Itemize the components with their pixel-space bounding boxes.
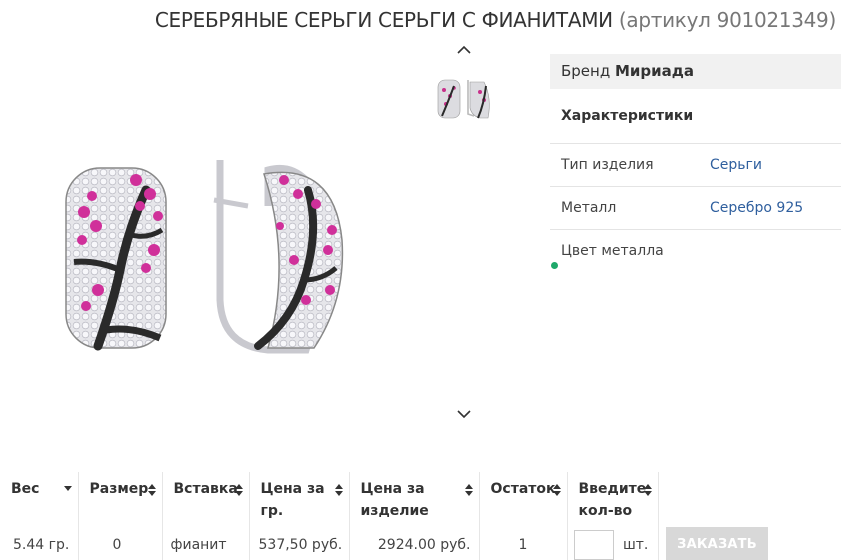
chevron-down-icon[interactable]	[456, 406, 472, 422]
prop-key: Тип изделия	[561, 157, 654, 173]
header-label: Цена за	[260, 481, 325, 497]
prop-value-link[interactable]: Серьги	[710, 144, 762, 187]
product-title: СЕРЕБРЯНЫЕ СЕРЬГИ СЕРЬГИ С ФИАНИТАМИ (ар…	[0, 8, 836, 32]
cell-size: 0	[78, 530, 163, 560]
header-label: Введите	[578, 481, 647, 497]
offers-table: Вес Размер Вставка Цена за гр. Цена за и…	[0, 472, 659, 560]
prop-key: Цвет металла	[561, 243, 664, 259]
brand-value[interactable]: Мириада	[615, 62, 694, 80]
product-properties: Бренд Мириада Характеристики Тип изделия…	[550, 54, 841, 273]
header-label: кол-во	[578, 503, 633, 519]
column-header-size[interactable]: Размер	[78, 472, 163, 530]
column-header-weight[interactable]: Вес	[0, 472, 79, 530]
prop-row-metal: Металл Серебро 925	[550, 187, 841, 230]
quantity-input[interactable]	[573, 530, 614, 560]
order-button[interactable]: ЗАКАЗАТЬ	[666, 527, 768, 560]
brand-row: Бренд Мириада	[550, 54, 841, 89]
column-header-stock[interactable]: Остаток	[479, 472, 568, 530]
sort-icon[interactable]	[552, 484, 561, 496]
cell-insert: фианит	[162, 530, 250, 560]
thumbnail-earrings[interactable]	[434, 78, 496, 124]
header-label: гр.	[260, 503, 284, 519]
sort-icon[interactable]	[464, 484, 473, 496]
quantity-unit: шт.	[622, 537, 649, 553]
chevron-up-icon[interactable]	[456, 42, 472, 58]
product-main-image[interactable]	[36, 150, 376, 390]
column-header-price-gram[interactable]: Цена за гр.	[249, 472, 350, 530]
header-label: изделие	[360, 503, 429, 519]
column-header-insert[interactable]: Вставка	[162, 472, 250, 530]
status-dot	[551, 262, 558, 269]
characteristics-heading: Характеристики	[550, 89, 841, 144]
sort-icon[interactable]	[643, 484, 652, 496]
header-label: Остаток	[490, 481, 556, 497]
cell-quantity: шт.	[567, 530, 659, 560]
header-label: Вес	[11, 481, 40, 497]
prop-key: Металл	[561, 200, 617, 216]
prop-row-metal-color: Цвет металла	[550, 230, 841, 273]
sort-icon[interactable]	[334, 484, 343, 496]
table-row: 5.44 гр. 0 фианит 537,50 руб. 2924.00 ру…	[0, 530, 659, 560]
column-header-quantity[interactable]: Введите кол-во	[567, 472, 659, 530]
product-sku: (артикул 901021349)	[618, 8, 836, 32]
cell-weight: 5.44 гр.	[0, 530, 79, 560]
sort-icon[interactable]	[234, 484, 243, 496]
prop-value-link[interactable]: Серебро 925	[710, 187, 803, 230]
cell-price-item: 2924.00 руб.	[349, 530, 480, 560]
cell-stock: 1	[479, 530, 568, 560]
prop-row-type: Тип изделия Серьги	[550, 144, 841, 187]
sort-down-icon[interactable]	[63, 486, 72, 491]
brand-label: Бренд	[561, 62, 611, 80]
header-label: Размер	[89, 481, 149, 497]
header-label: Цена за	[360, 481, 425, 497]
column-header-price-item[interactable]: Цена за изделие	[349, 472, 480, 530]
product-name: СЕРЕБРЯНЫЕ СЕРЬГИ СЕРЬГИ С ФИАНИТАМИ	[154, 8, 613, 32]
header-label: Вставка	[173, 481, 238, 497]
sort-icon[interactable]	[147, 484, 156, 496]
cell-price-gram: 537,50 руб.	[249, 530, 350, 560]
